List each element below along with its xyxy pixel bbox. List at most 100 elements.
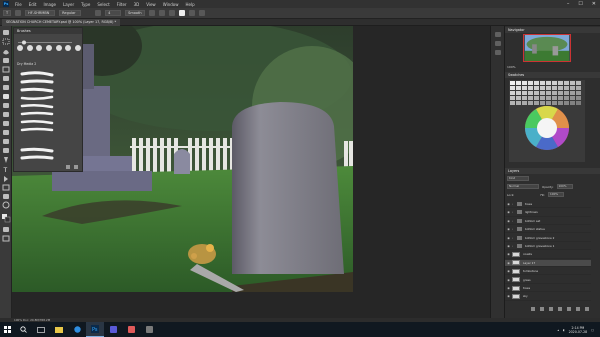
font-size-select[interactable]: 4 — [105, 10, 122, 16]
maximize-icon[interactable]: ☐ — [578, 1, 582, 7]
text-color-swatch[interactable] — [179, 10, 186, 16]
menu-help[interactable]: Help — [185, 2, 194, 7]
paragraph-panel-icon[interactable] — [495, 50, 501, 55]
taskbar-photoshop[interactable]: Ps — [86, 322, 104, 337]
menu-layer[interactable]: Layer — [63, 2, 74, 7]
layer-visibility-eye-icon[interactable]: ◉ — [505, 227, 512, 231]
brush-tip[interactable] — [26, 45, 33, 51]
taskbar-search[interactable] — [14, 322, 32, 337]
taskbar-app-2[interactable] — [122, 322, 140, 337]
network-icon[interactable]: ▴ — [558, 328, 560, 332]
taskbar-app-3[interactable] — [140, 322, 158, 337]
layer-visibility-eye-icon[interactable]: ◉ — [505, 210, 512, 214]
navigator-zoom-value[interactable]: 100% — [507, 65, 516, 69]
align-center-icon[interactable] — [159, 10, 166, 16]
menu-image[interactable]: Image — [43, 2, 56, 7]
layer-visibility-eye-icon[interactable]: ◉ — [505, 219, 512, 223]
layer-name[interactable]: sky — [523, 294, 528, 298]
layer-row[interactable]: ◉ sky — [505, 293, 591, 301]
layer-name[interactable]: grass — [523, 278, 531, 282]
link-layers-icon[interactable] — [531, 307, 535, 311]
layers-panel-title[interactable]: Layers — [505, 168, 600, 174]
brush-tip[interactable] — [74, 45, 81, 51]
taskbar-app[interactable] — [104, 322, 122, 337]
layer-visibility-eye-icon[interactable]: ◉ — [505, 202, 512, 206]
layer-row[interactable]: ◉ Layer 17 — [505, 259, 591, 267]
layer-name[interactable]: lightrows — [525, 210, 538, 214]
brush-tip[interactable] — [55, 45, 62, 51]
menu-type[interactable]: Type — [81, 2, 90, 7]
tool-preset-picker[interactable]: T — [3, 10, 12, 16]
layer-row[interactable]: ◉ trees — [505, 285, 591, 293]
brush-tip[interactable] — [45, 45, 52, 51]
opacity-input[interactable]: 100% — [556, 184, 573, 189]
layer-visibility-eye-icon[interactable]: ◉ — [505, 286, 512, 290]
layer-name[interactable]: coasts — [523, 252, 532, 256]
menu-file[interactable]: File — [15, 2, 22, 7]
fill-input[interactable]: 100% — [548, 192, 565, 197]
brush-tip[interactable] — [65, 45, 72, 51]
canvas-area[interactable] — [12, 26, 504, 318]
brush-tip[interactable] — [17, 45, 23, 51]
layer-name[interactable]: Layer 17 — [523, 261, 535, 265]
brush-tip[interactable] — [36, 45, 43, 51]
volume-icon[interactable]: ◖ — [563, 328, 565, 332]
brush-stroke-list[interactable] — [14, 68, 84, 168]
layer-row[interactable]: ◉ coasts — [505, 251, 591, 259]
menu-edit[interactable]: Edit — [29, 2, 37, 7]
layer-name[interactable]: trees — [525, 202, 532, 206]
warp-text-icon[interactable] — [189, 10, 196, 16]
font-family-select[interactable]: HF-SHRMBN — [25, 10, 56, 16]
font-style-select[interactable]: Regular — [59, 10, 82, 16]
adjustment-layer-icon[interactable] — [558, 307, 562, 311]
layer-visibility-eye-icon[interactable]: ◉ — [505, 294, 512, 298]
photoshop-logo-icon[interactable]: Ps — [3, 1, 9, 7]
align-right-icon[interactable] — [169, 10, 176, 16]
menu-select[interactable]: Select — [97, 2, 109, 7]
menu-view[interactable]: View — [146, 2, 156, 7]
layer-row[interactable]: ◉ › trees — [505, 201, 591, 209]
navigator-panel-title[interactable]: Navigator — [505, 27, 600, 33]
layer-row[interactable]: ◉ › bottom gravestone 2 — [505, 235, 591, 242]
layer-filter-select[interactable]: Kind — [507, 176, 529, 181]
text-orientation-icon[interactable] — [15, 10, 22, 16]
layer-name[interactable]: bottom gravestone 2 — [525, 236, 554, 240]
taskbar-clock[interactable]: 2:14 PM 2020-07-28 — [569, 326, 588, 334]
layer-row[interactable]: ◉ grass — [505, 277, 591, 284]
document-tab[interactable]: SEGNATION CHURCH CEMETARY.psd @ 100% (La… — [2, 19, 121, 26]
menu-window[interactable]: Window — [163, 2, 179, 7]
taskbar-edge[interactable] — [68, 322, 86, 337]
layer-visibility-eye-icon[interactable]: ◉ — [505, 278, 512, 282]
layer-name[interactable]: bottom set — [525, 219, 540, 223]
navigator-zoom[interactable]: 100% — [507, 65, 597, 69]
layer-row[interactable]: ◉ › lightrows — [505, 209, 591, 217]
layer-row[interactable]: ◉ › bottom statue — [505, 226, 591, 234]
notifications-icon[interactable]: ▢ — [591, 328, 594, 332]
close-icon[interactable]: ✕ — [592, 1, 596, 7]
new-group-icon[interactable] — [567, 307, 571, 311]
layer-visibility-eye-icon[interactable]: ◉ — [505, 269, 512, 273]
layer-name[interactable]: trees — [523, 286, 530, 290]
antialias-select[interactable]: Smooth — [125, 10, 146, 16]
layer-style-icon[interactable] — [540, 307, 544, 311]
layer-visibility-eye-icon[interactable]: ◉ — [505, 252, 512, 256]
layer-name[interactable]: tombstone — [523, 269, 538, 273]
delete-layer-icon[interactable] — [585, 307, 589, 311]
layer-name[interactable]: bottom statue — [525, 227, 545, 231]
swatches-panel-title[interactable]: Swatches — [505, 72, 600, 78]
brush-tip-presets[interactable] — [17, 45, 81, 57]
taskbar-task-view[interactable] — [32, 322, 50, 337]
adjustments-panel-icon[interactable] — [495, 41, 501, 46]
layer-row[interactable]: ◉ › bottom set — [505, 218, 591, 225]
start-button[interactable] — [0, 322, 14, 337]
align-left-icon[interactable] — [149, 10, 156, 16]
blend-mode-select[interactable]: Normal — [507, 184, 539, 189]
taskbar-explorer[interactable] — [50, 322, 68, 337]
brush-folder-label[interactable]: Dry Media 2 — [17, 62, 36, 66]
menu-3d[interactable]: 3D — [134, 2, 140, 7]
minimize-icon[interactable]: – — [567, 1, 570, 7]
menu-filter[interactable]: Filter — [117, 2, 127, 7]
layer-visibility-eye-icon[interactable]: ◉ — [505, 261, 512, 265]
new-layer-icon[interactable] — [576, 307, 580, 311]
history-panel-icon[interactable] — [495, 32, 501, 37]
